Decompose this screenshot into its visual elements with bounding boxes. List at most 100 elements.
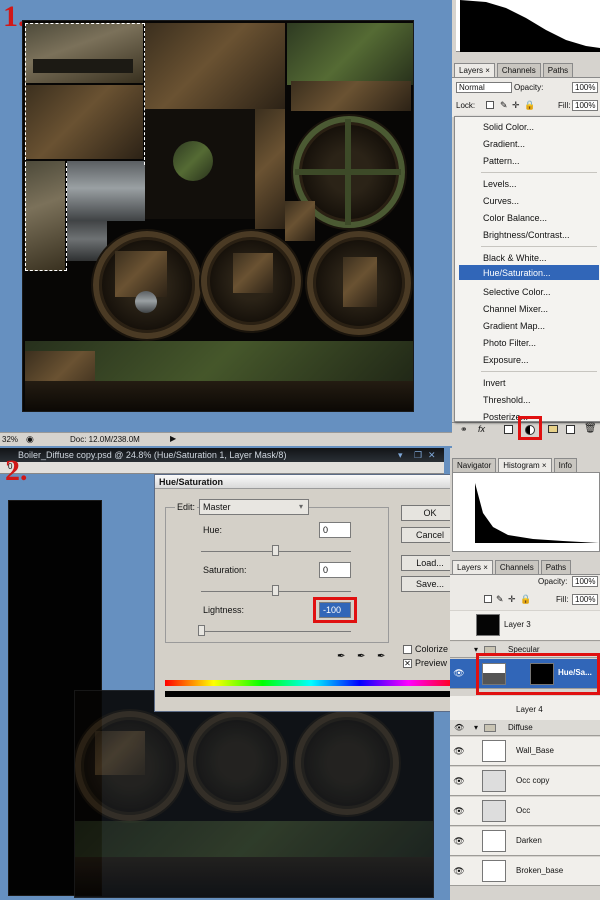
minimize-icon[interactable]: ▾ bbox=[398, 448, 403, 462]
maximize-icon[interactable]: ❐ bbox=[414, 448, 422, 462]
status-arrow-icon[interactable]: ▶ bbox=[170, 434, 176, 443]
lightness-slider-thumb[interactable] bbox=[198, 625, 205, 636]
layer-thumbnail bbox=[482, 800, 506, 822]
callout-hue-layer bbox=[476, 653, 600, 695]
lock-label: Lock: bbox=[456, 101, 476, 110]
lightness-slider[interactable] bbox=[201, 631, 351, 632]
layer-group-diffuse[interactable]: 👁 ▾ Diffuse bbox=[450, 720, 600, 736]
blend-mode-select[interactable]: Normal bbox=[456, 82, 512, 93]
opacity-label-2: Opacity: bbox=[538, 577, 568, 586]
hue-field[interactable]: 0 bbox=[319, 522, 351, 538]
callout-adjustment-button bbox=[518, 416, 542, 440]
fill-field[interactable]: 100% bbox=[572, 100, 598, 111]
menu-item-gradient[interactable]: Gradient... bbox=[483, 138, 525, 150]
saturation-slider-thumb[interactable] bbox=[272, 585, 279, 596]
saturation-label: Saturation: bbox=[203, 565, 247, 575]
lock-all-icon[interactable]: 🔒 bbox=[520, 594, 531, 605]
new-group-icon[interactable] bbox=[548, 425, 558, 433]
layer-name: Occ copy bbox=[516, 776, 550, 785]
layer-row-broken-base[interactable]: 👁 Broken_base bbox=[450, 857, 600, 886]
tab-paths[interactable]: Paths bbox=[542, 63, 574, 77]
menu-item-black-white[interactable]: Black & White... bbox=[483, 252, 547, 264]
visibility-eye-icon[interactable]: 👁 bbox=[453, 745, 465, 757]
menu-item-hue-saturation[interactable]: Hue/Saturation... bbox=[483, 267, 551, 279]
tab-histogram[interactable]: Histogram × bbox=[498, 458, 552, 472]
add-mask-icon[interactable] bbox=[504, 425, 513, 434]
edit-dropdown-icon[interactable]: ▾ bbox=[299, 502, 303, 511]
eyedropper-minus-icon[interactable]: ✒ bbox=[377, 651, 385, 662]
lock-brush-icon[interactable]: ✎ bbox=[496, 594, 504, 605]
menu-item-photo-filter[interactable]: Photo Filter... bbox=[483, 337, 536, 349]
layers-tabs-2: Layers × Channels Paths bbox=[452, 560, 573, 574]
layer-row-occ[interactable]: 👁 Occ bbox=[450, 797, 600, 826]
colorize-checkbox[interactable] bbox=[403, 645, 412, 654]
menu-item-threshold[interactable]: Threshold... bbox=[483, 394, 531, 406]
visibility-eye-icon[interactable]: 👁 bbox=[454, 723, 464, 732]
hue-slider-thumb[interactable] bbox=[272, 545, 279, 556]
tab-channels[interactable]: Channels bbox=[496, 63, 541, 77]
tab-paths-2[interactable]: Paths bbox=[540, 560, 572, 574]
layers-options: Normal Opacity: 100% Lock: ✎ ✛ 🔒 Fill: 1… bbox=[452, 77, 600, 117]
menu-item-channel-mixer[interactable]: Channel Mixer... bbox=[483, 303, 548, 315]
layer-row-darken[interactable]: 👁 Darken bbox=[450, 827, 600, 856]
menu-separator bbox=[481, 172, 597, 173]
close-icon[interactable]: ✕ bbox=[428, 448, 436, 462]
lock-move-icon[interactable]: ✛ bbox=[508, 594, 516, 605]
visibility-eye-icon[interactable]: 👁 bbox=[453, 667, 465, 679]
new-layer-icon[interactable] bbox=[566, 425, 575, 434]
menu-item-exposure[interactable]: Exposure... bbox=[483, 354, 529, 366]
opacity-field-2[interactable]: 100% bbox=[572, 576, 598, 587]
eyedropper-plus-icon[interactable]: ✒ bbox=[357, 651, 365, 662]
tab-info[interactable]: Info bbox=[553, 458, 577, 472]
callout-lightness bbox=[313, 597, 357, 623]
menu-item-invert[interactable]: Invert bbox=[483, 377, 506, 389]
link-layers-icon[interactable]: ⚭ bbox=[460, 424, 468, 435]
preview-checkbox[interactable]: ✕ bbox=[403, 659, 412, 668]
texture-canvas[interactable] bbox=[22, 20, 414, 412]
eyedropper-icon[interactable]: ✒ bbox=[337, 651, 345, 662]
layer-style-icon[interactable]: fx bbox=[478, 424, 485, 434]
group-toggle-icon[interactable]: ▾ bbox=[474, 723, 478, 732]
menu-item-curves[interactable]: Curves... bbox=[483, 195, 519, 207]
status-bar: 32% ◉ Doc: 12.0M/238.0M ▶ bbox=[0, 432, 452, 446]
fill-field-2[interactable]: 100% bbox=[572, 594, 598, 605]
layer-thumbnail bbox=[482, 830, 506, 852]
trash-icon[interactable]: 🗑 bbox=[584, 423, 597, 434]
menu-item-brightness-contrast[interactable]: Brightness/Contrast... bbox=[483, 229, 570, 241]
tab-layers-2[interactable]: Layers × bbox=[452, 560, 493, 574]
menu-item-pattern[interactable]: Pattern... bbox=[483, 155, 520, 167]
layer-name: Darken bbox=[516, 836, 542, 845]
lock-brush-icon[interactable]: ✎ bbox=[500, 100, 508, 111]
step1-screenshot: 1. Layers × Channels Paths Normal Opacit… bbox=[0, 0, 600, 448]
preview-label: Preview bbox=[415, 658, 448, 668]
edit-select[interactable]: Master bbox=[199, 499, 309, 515]
menu-item-color-balance[interactable]: Color Balance... bbox=[483, 212, 547, 224]
lock-all-icon[interactable]: 🔒 bbox=[524, 100, 535, 111]
tab-navigator[interactable]: Navigator bbox=[452, 458, 497, 472]
menu-item-gradient-map[interactable]: Gradient Map... bbox=[483, 320, 545, 332]
darkened-canvas-lower[interactable] bbox=[74, 690, 434, 898]
visibility-eye-icon[interactable]: 👁 bbox=[453, 865, 465, 877]
lock-transparency-icon[interactable] bbox=[484, 595, 492, 603]
saturation-field[interactable]: 0 bbox=[319, 562, 351, 578]
zoom-level[interactable]: 32% bbox=[2, 435, 18, 444]
layer-row-layer-3[interactable]: Layer 3 bbox=[450, 611, 600, 641]
layer-row-occ-copy[interactable]: 👁 Occ copy bbox=[450, 767, 600, 796]
menu-item-levels[interactable]: Levels... bbox=[483, 178, 517, 190]
lightness-label: Lightness: bbox=[203, 605, 245, 615]
tab-channels-2[interactable]: Channels bbox=[494, 560, 539, 574]
step-number-2: 2. bbox=[5, 454, 28, 487]
lock-transparency-icon[interactable] bbox=[486, 101, 494, 109]
menu-item-selective-color[interactable]: Selective Color... bbox=[483, 286, 551, 298]
fill-label-2: Fill: bbox=[556, 595, 569, 604]
layer-thumbnail bbox=[482, 770, 506, 792]
layer-row-wall-base[interactable]: 👁 Wall_Base bbox=[450, 737, 600, 766]
visibility-eye-icon[interactable]: 👁 bbox=[453, 805, 465, 817]
edit-label: Edit: bbox=[175, 502, 198, 512]
tab-layers[interactable]: Layers × bbox=[454, 63, 495, 77]
menu-item-solid-color[interactable]: Solid Color... bbox=[483, 121, 534, 133]
visibility-eye-icon[interactable]: 👁 bbox=[453, 775, 465, 787]
lock-move-icon[interactable]: ✛ bbox=[512, 100, 520, 111]
opacity-field[interactable]: 100% bbox=[572, 82, 598, 93]
visibility-eye-icon[interactable]: 👁 bbox=[453, 835, 465, 847]
